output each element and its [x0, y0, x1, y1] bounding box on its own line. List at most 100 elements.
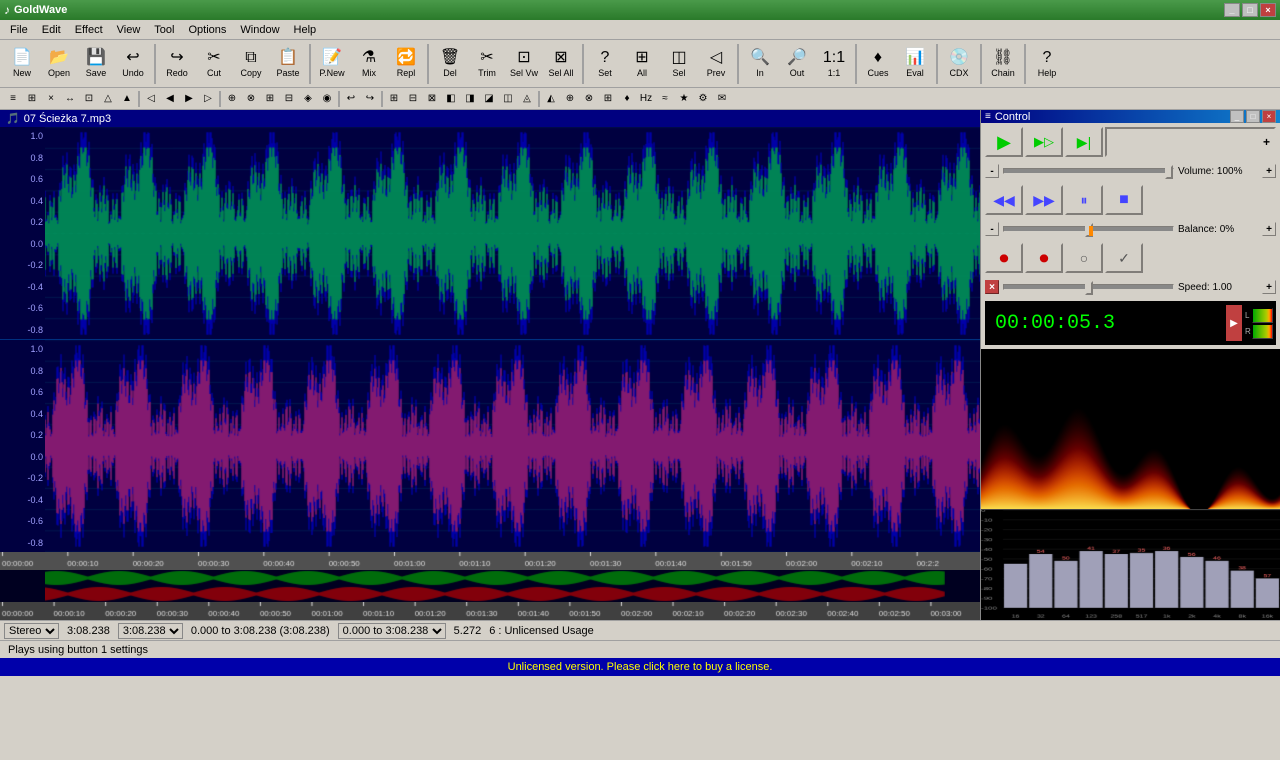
tb2-btn-10[interactable]: ▶ [180, 90, 198, 108]
control-close-button[interactable]: × [1262, 110, 1276, 123]
balance-track[interactable] [1003, 226, 1174, 232]
control-maximize-button[interactable]: □ [1246, 110, 1260, 123]
tb2-btn-16[interactable]: ◈ [299, 90, 317, 108]
toolbar-btn-eval[interactable]: 📊Eval [897, 42, 933, 86]
toolbar-btn-undo[interactable]: ↩Undo [115, 42, 151, 86]
tb2-btn-28[interactable]: ◭ [542, 90, 560, 108]
volume-minus[interactable]: - [985, 164, 999, 178]
tb2-btn-4[interactable]: ↔ [61, 90, 79, 108]
overview-strip[interactable] [0, 570, 980, 602]
play-button[interactable]: ▶ [985, 127, 1023, 157]
vol-plus[interactable]: + [1105, 127, 1276, 157]
tb2-btn-8[interactable]: ◁ [142, 90, 160, 108]
tb2-btn-17[interactable]: ◉ [318, 90, 336, 108]
tb2-btn-25[interactable]: ◪ [480, 90, 498, 108]
toolbar-btn-paste[interactable]: 📋Paste [270, 42, 306, 86]
tb2-btn-14[interactable]: ⊞ [261, 90, 279, 108]
speed-x-icon[interactable]: × [985, 280, 999, 294]
toolbar-btn-prev[interactable]: ◁Prev [698, 42, 734, 86]
toolbar-btn-pnew[interactable]: 📝P.New [314, 42, 350, 86]
record-button[interactable]: ⏺ [985, 243, 1023, 273]
menu-item-help[interactable]: Help [288, 22, 323, 38]
tb2-btn-12[interactable]: ⊕ [223, 90, 241, 108]
menu-item-view[interactable]: View [111, 22, 147, 38]
toolbar-btn-set[interactable]: ?Set [587, 42, 623, 86]
tb2-btn-20[interactable]: ⊞ [385, 90, 403, 108]
tb2-btn-5[interactable]: ⊡ [80, 90, 98, 108]
menu-item-options[interactable]: Options [182, 22, 232, 38]
tb2-btn-27[interactable]: ◬ [518, 90, 536, 108]
tb2-btn-23[interactable]: ◧ [442, 90, 460, 108]
tb2-btn-32[interactable]: ♦ [618, 90, 636, 108]
fastforward-button[interactable]: ▶▶ [1025, 185, 1063, 215]
tb2-btn-30[interactable]: ⊗ [580, 90, 598, 108]
menu-item-file[interactable]: File [4, 22, 34, 38]
toolbar-btn-del[interactable]: 🗑Del [432, 42, 468, 86]
play-loop-button[interactable]: ▶▷ [1025, 127, 1063, 157]
channel-mode-select[interactable]: Stereo Left Right Mono [4, 623, 59, 639]
volume-track[interactable] [1003, 168, 1174, 174]
toolbar-btn-repl[interactable]: 🔁Repl [388, 42, 424, 86]
channel-green[interactable]: 1.0 0.8 0.6 0.4 0.2 0.0 -0.2 -0.4 -0.6 -… [0, 127, 980, 340]
tb2-btn-26[interactable]: ◫ [499, 90, 517, 108]
tb2-btn-24[interactable]: ◨ [461, 90, 479, 108]
speed-plus[interactable]: + [1262, 280, 1276, 294]
close-button[interactable]: × [1260, 3, 1276, 17]
tb2-btn-11[interactable]: ▷ [199, 90, 217, 108]
balance-minus[interactable]: - [985, 222, 999, 236]
tb2-btn-22[interactable]: ⊠ [423, 90, 441, 108]
tb2-btn-18[interactable]: ↩ [342, 90, 360, 108]
speed-track[interactable] [1003, 284, 1174, 290]
toolbar-btn-out[interactable]: 🔎Out [779, 42, 815, 86]
tb2-btn-9[interactable]: ◀ [161, 90, 179, 108]
tb2-btn-34[interactable]: ≈ [656, 90, 674, 108]
record-sel-button[interactable]: ⏺ [1025, 243, 1063, 273]
toolbar-btn-cdx[interactable]: 💿CDX [941, 42, 977, 86]
tb2-btn-33[interactable]: Hz [637, 90, 655, 108]
toolbar-btn-copy[interactable]: ⧉Copy [233, 42, 269, 86]
rewind-button[interactable]: ◀◀ [985, 185, 1023, 215]
tb2-btn-21[interactable]: ⊟ [404, 90, 422, 108]
tb2-btn-3[interactable]: × [42, 90, 60, 108]
toolbar-btn-new[interactable]: 📄New [4, 42, 40, 86]
mark-button[interactable]: ○ [1065, 243, 1103, 273]
toolbar-btn-cut[interactable]: ✂Cut [196, 42, 232, 86]
toolbar-btn-in[interactable]: 🔍In [742, 42, 778, 86]
menu-item-edit[interactable]: Edit [36, 22, 67, 38]
channel-red[interactable]: 1.0 0.8 0.6 0.4 0.2 0.0 -0.2 -0.4 -0.6 -… [0, 340, 980, 552]
mark2-button[interactable]: ✓ [1105, 243, 1143, 273]
tb2-btn-7[interactable]: ▲ [118, 90, 136, 108]
toolbar-btn-cues[interactable]: ♦Cues [860, 42, 896, 86]
tb2-btn-29[interactable]: ⊕ [561, 90, 579, 108]
tb2-btn-6[interactable]: △ [99, 90, 117, 108]
toolbar-btn-11[interactable]: 1:11:1 [816, 42, 852, 86]
tb2-btn-13[interactable]: ⊗ [242, 90, 260, 108]
license-message[interactable]: Unlicensed version. Please click here to… [508, 661, 773, 673]
selection-select[interactable]: 0.000 to 3:08.238 [338, 623, 446, 639]
balance-plus[interactable]: + [1262, 222, 1276, 236]
speed-thumb[interactable] [1085, 281, 1093, 295]
control-minimize-button[interactable]: _ [1230, 110, 1244, 123]
tb2-btn-35[interactable]: ★ [675, 90, 693, 108]
tb2-btn-31[interactable]: ⊞ [599, 90, 617, 108]
toolbar-btn-mix[interactable]: ⚗Mix [351, 42, 387, 86]
toolbar-btn-trim[interactable]: ✂Trim [469, 42, 505, 86]
toolbar-btn-help[interactable]: ?Help [1029, 42, 1065, 86]
tb2-btn-19[interactable]: ↪ [361, 90, 379, 108]
toolbar-btn-selall[interactable]: ⊠Sel All [543, 42, 579, 86]
minimize-button[interactable]: _ [1224, 3, 1240, 17]
tb2-btn-15[interactable]: ⊟ [280, 90, 298, 108]
toolbar-btn-save[interactable]: 💾Save [78, 42, 114, 86]
tb2-btn-37[interactable]: ✉ [713, 90, 731, 108]
menu-item-tool[interactable]: Tool [148, 22, 180, 38]
balance-thumb[interactable] [1085, 223, 1093, 237]
toolbar-btn-sel[interactable]: ◫Sel [661, 42, 697, 86]
toolbar-btn-chain[interactable]: ⛓Chain [985, 42, 1021, 86]
tb2-btn-1[interactable]: ≡ [4, 90, 22, 108]
volume-thumb[interactable] [1165, 165, 1173, 179]
stop-button[interactable]: ■ [1105, 185, 1143, 215]
toolbar-btn-all[interactable]: ⊞All [624, 42, 660, 86]
tb2-btn-2[interactable]: ⊞ [23, 90, 41, 108]
pause-button[interactable]: ⏸ [1065, 185, 1103, 215]
infobar[interactable]: Unlicensed version. Please click here to… [0, 658, 1280, 676]
